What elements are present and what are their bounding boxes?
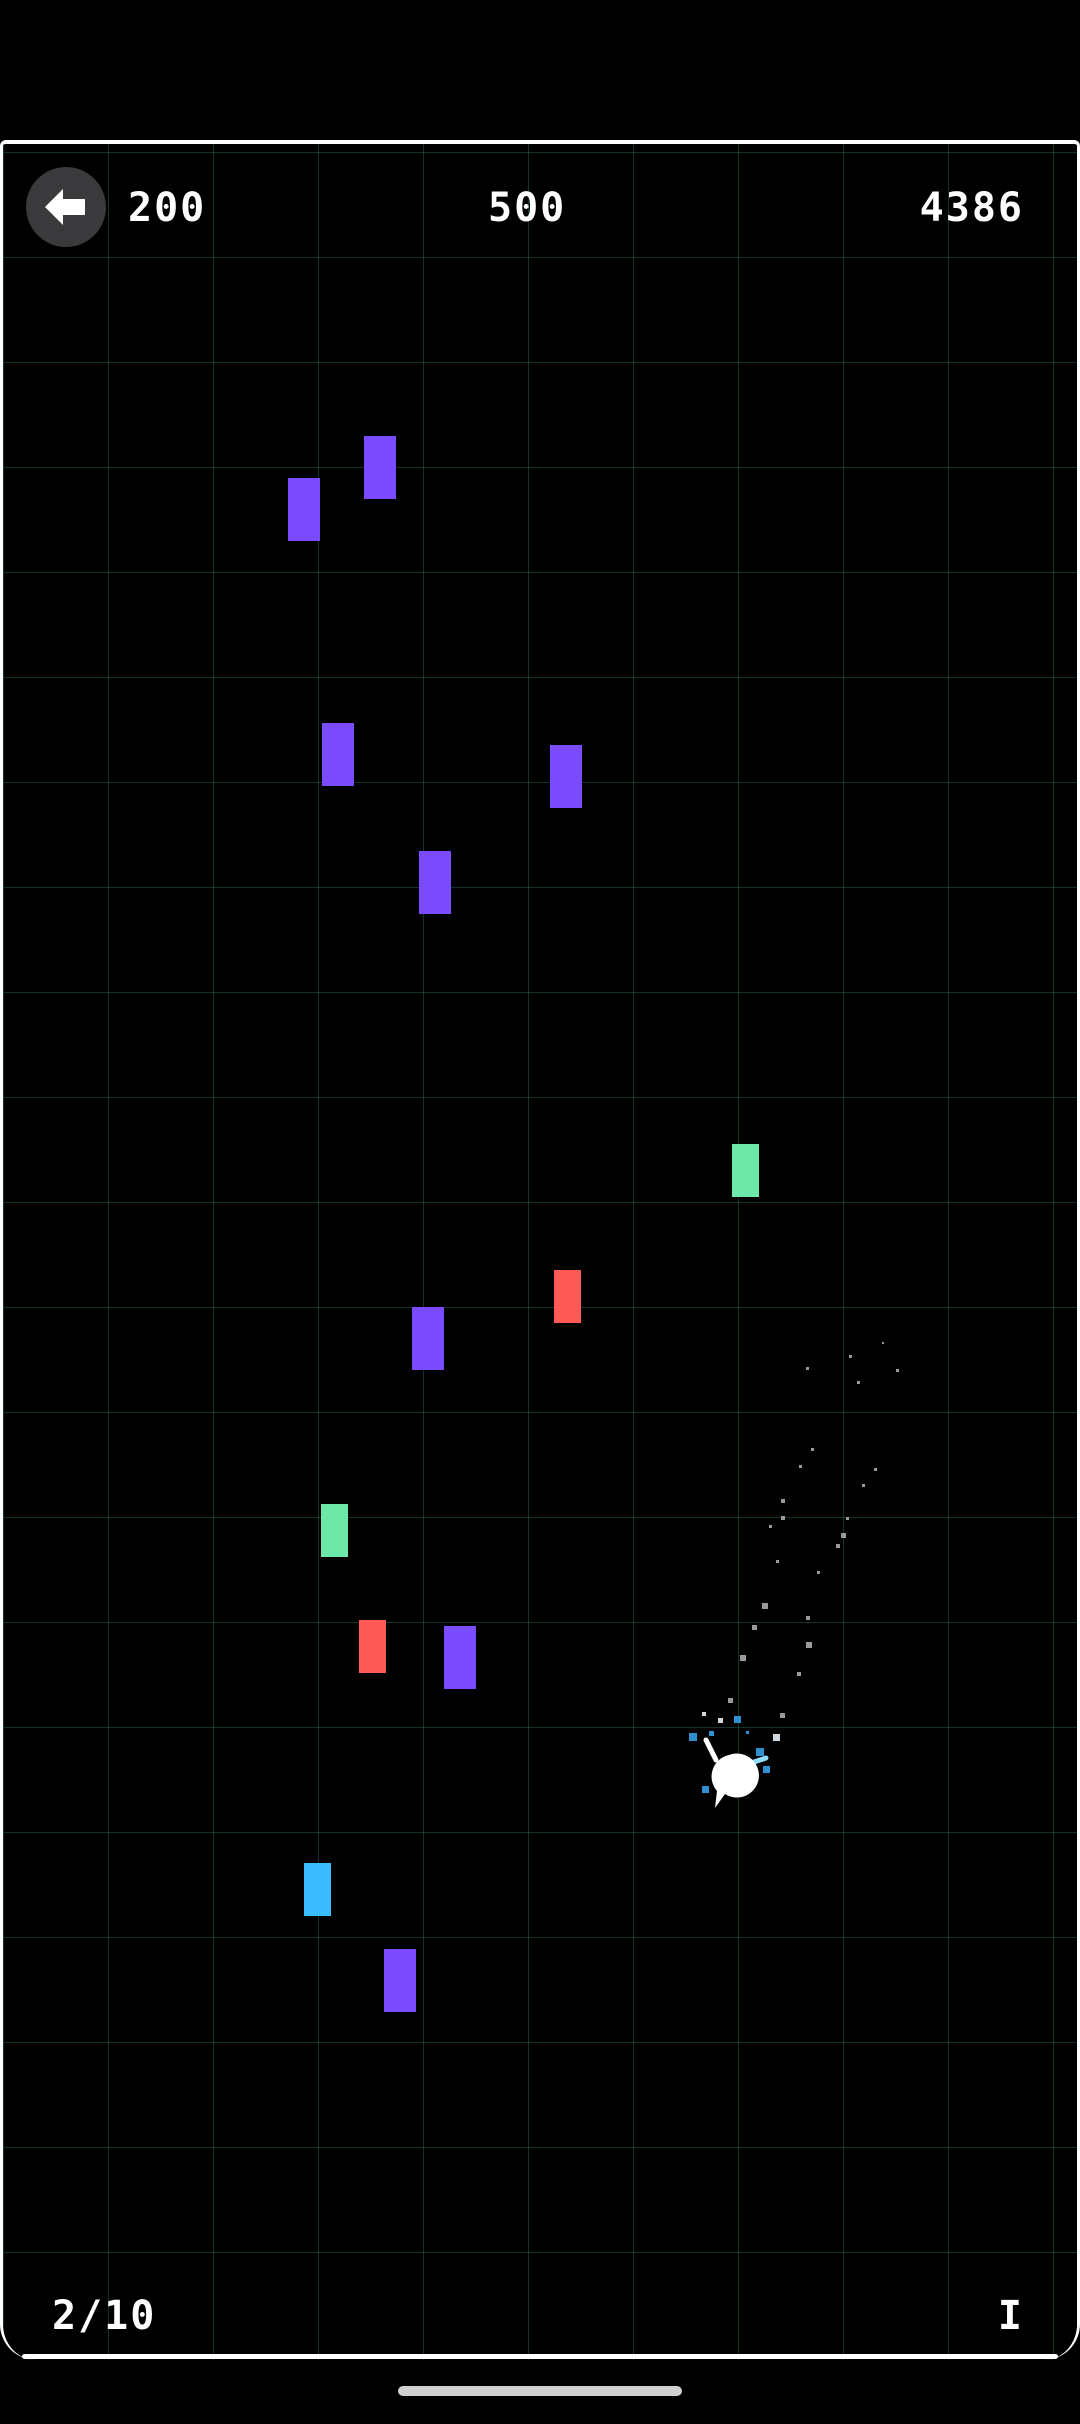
player-ball xyxy=(703,1737,769,1808)
game-screen[interactable]: 200 500 4386 2/10 I xyxy=(0,0,1080,2424)
pause-button[interactable]: I xyxy=(998,2296,1024,2336)
level-indicator: 2/10 xyxy=(52,2293,157,2339)
home-indicator[interactable] xyxy=(398,2386,682,2396)
